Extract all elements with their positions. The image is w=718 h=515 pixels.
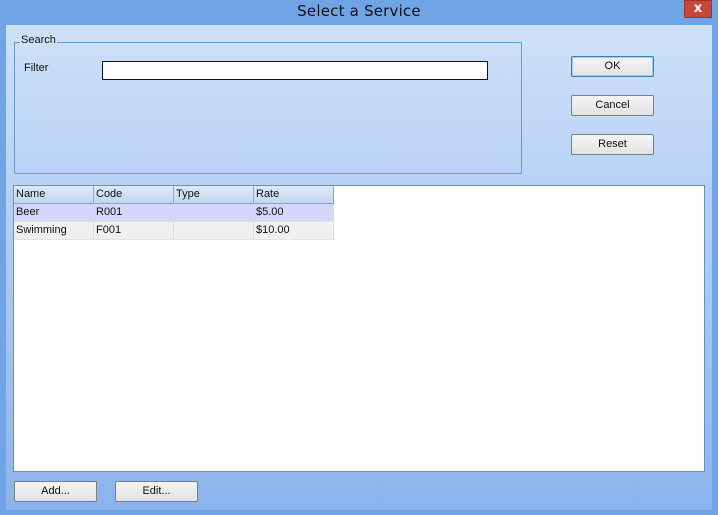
filter-label: Filter [24, 62, 49, 74]
column-header-code[interactable]: Code [94, 186, 174, 204]
cell-code: R001 [94, 204, 174, 222]
title-bar[interactable]: Select a Service x [0, 0, 718, 24]
edit-button[interactable]: Edit... [115, 481, 198, 502]
cell-type [174, 204, 254, 222]
cancel-button[interactable]: Cancel [571, 95, 654, 116]
search-group-title: Search [20, 34, 57, 46]
cell-rate: $5.00 [254, 204, 334, 222]
reset-button[interactable]: Reset [571, 134, 654, 155]
close-icon: x [693, 1, 703, 16]
dialog-body: Search Filter OK Cancel Reset Name Code … [6, 25, 712, 510]
cell-name: Beer [14, 204, 94, 222]
column-header-type[interactable]: Type [174, 186, 254, 204]
cell-type [174, 222, 254, 240]
column-header-name[interactable]: Name [14, 186, 94, 204]
services-grid[interactable]: Name Code Type Rate Beer R001 $5.00 Swim… [13, 185, 705, 472]
ok-button[interactable]: OK [571, 56, 654, 77]
select-service-dialog: Select a Service x Search Filter OK Canc… [0, 0, 718, 515]
window-title: Select a Service [297, 2, 421, 20]
cell-rate: $10.00 [254, 222, 334, 240]
search-group: Search Filter [14, 34, 522, 174]
close-button[interactable]: x [684, 0, 712, 18]
column-header-rate[interactable]: Rate [254, 186, 334, 204]
cell-code: F001 [94, 222, 174, 240]
add-button[interactable]: Add... [14, 481, 97, 502]
cell-name: Swimming [14, 222, 94, 240]
filter-input[interactable] [102, 61, 488, 80]
